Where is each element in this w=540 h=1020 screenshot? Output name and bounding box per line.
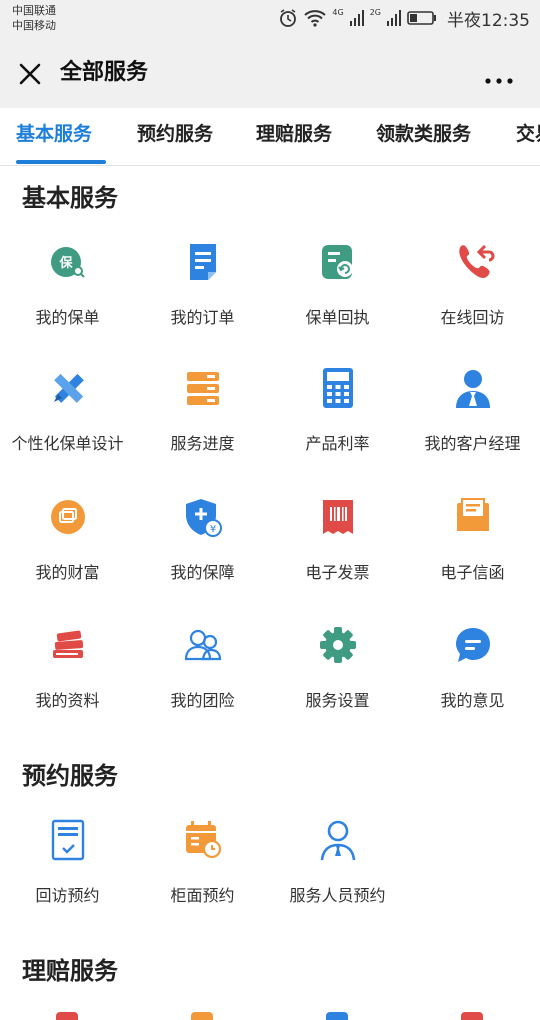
claims-item-icon-peek [191,1012,213,1020]
tab-basic-services[interactable]: 基本服务 [16,120,92,148]
wealth-icon [46,495,90,539]
service-label: 电子信函 [440,563,505,582]
more-icon [485,78,513,84]
signal-2-icon [387,10,401,26]
carrier-1: 中国联通 [12,4,56,17]
gear-icon [316,623,360,667]
manager-person-icon [451,366,495,410]
service-label: 回访预约 [35,886,100,905]
service-my-wealth[interactable]: 我的财富 [0,495,135,605]
tab-appointment-services[interactable]: 预约服务 [137,120,213,148]
service-label: 服务进度 [170,434,235,453]
shield-yuan-icon: ¥ [181,495,225,539]
service-policy-receipt[interactable]: 保单回执 [270,240,405,350]
status-time: 半夜12:35 [447,10,530,31]
service-my-documents[interactable]: 我的资料 [0,623,135,733]
service-label: 我的订单 [170,308,235,327]
section-title-claims: 理赔服务 [22,957,118,985]
carrier-2: 中国移动 [12,19,56,32]
service-my-policy[interactable]: 保 我的保单 [0,240,135,350]
service-my-orders[interactable]: 我的订单 [135,240,270,350]
phone-callback-icon [451,240,495,284]
service-feedback[interactable]: 我的意见 [405,623,540,733]
service-label: 我的财富 [35,563,100,582]
service-settings[interactable]: 服务设置 [270,623,405,733]
progress-stack-icon [181,366,225,410]
service-label: 我的资料 [35,691,100,710]
svg-text:¥: ¥ [209,524,215,535]
service-product-rates[interactable]: 产品利率 [270,366,405,476]
books-icon [46,623,90,667]
service-label: 我的客户经理 [424,434,521,453]
service-e-letter[interactable]: 电子信函 [405,495,540,605]
service-label: 保单回执 [305,308,370,327]
alarm-icon [278,8,298,28]
app-bar: 全部服务 [0,40,540,108]
service-label: 柜面预约 [170,886,235,905]
tab-claim-services[interactable]: 理赔服务 [256,120,332,148]
invoice-icon [316,495,360,539]
service-label: 服务设置 [305,691,370,710]
service-account-manager[interactable]: 我的客户经理 [405,366,540,476]
service-staff-appointment[interactable]: 服务人员预约 [270,818,405,928]
service-label: 我的保单 [35,308,100,327]
battery-icon [407,10,437,26]
claims-item-icon-peek [56,1012,78,1020]
tab-transaction-services[interactable]: 交易 [516,120,540,148]
policy-badge-icon: 保 [46,240,90,284]
page-title: 全部服务 [60,60,149,85]
service-label: 在线回访 [440,308,505,327]
envelope-icon [451,495,495,539]
service-online-callback[interactable]: 在线回访 [405,240,540,350]
network-2-label: 2G [369,7,381,17]
status-bar: 中国联通 中国移动 4G 2G 半夜12:35 [0,0,540,40]
calculator-icon [316,366,360,410]
section-title-basic: 基本服务 [22,184,118,212]
staff-person-icon [316,818,360,862]
group-people-icon [181,623,225,667]
order-document-icon [181,240,225,284]
network-1-label: 4G [332,7,344,17]
pencil-ruler-icon [46,366,90,410]
calendar-clock-icon [181,818,225,862]
more-options-button[interactable] [484,70,514,84]
service-label: 电子发票 [305,563,370,582]
policy-badge-glyph: 保 [58,255,73,271]
category-tabs: 基本服务 预约服务 理赔服务 领款类服务 交易 [0,108,540,166]
service-label: 我的保障 [170,563,235,582]
service-my-coverage[interactable]: ¥ 我的保障 [135,495,270,605]
service-group-insurance[interactable]: 我的团险 [135,623,270,733]
service-label: 服务人员预约 [289,886,386,905]
close-button[interactable] [16,60,44,88]
receipt-return-icon [316,240,360,284]
chat-bubble-icon [451,623,495,667]
service-callback-appointment[interactable]: 回访预约 [0,818,135,928]
service-label: 个性化保单设计 [11,434,124,453]
claims-item-icon-peek [326,1012,348,1020]
service-label: 我的团险 [170,691,235,710]
tab-payout-services[interactable]: 领款类服务 [376,120,471,148]
service-custom-policy-design[interactable]: 个性化保单设计 [0,366,135,476]
close-icon [19,63,41,85]
service-e-invoice[interactable]: 电子发票 [270,495,405,605]
clipboard-check-icon [46,818,90,862]
service-progress[interactable]: 服务进度 [135,366,270,476]
active-tab-indicator [16,160,106,164]
claims-item-icon-peek [461,1012,483,1020]
service-label: 产品利率 [305,434,370,453]
wifi-icon [304,9,327,27]
signal-1-icon [349,10,364,26]
service-counter-appointment[interactable]: 柜面预约 [135,818,270,928]
service-label: 我的意见 [440,691,505,710]
section-title-appointment: 预约服务 [22,762,118,790]
